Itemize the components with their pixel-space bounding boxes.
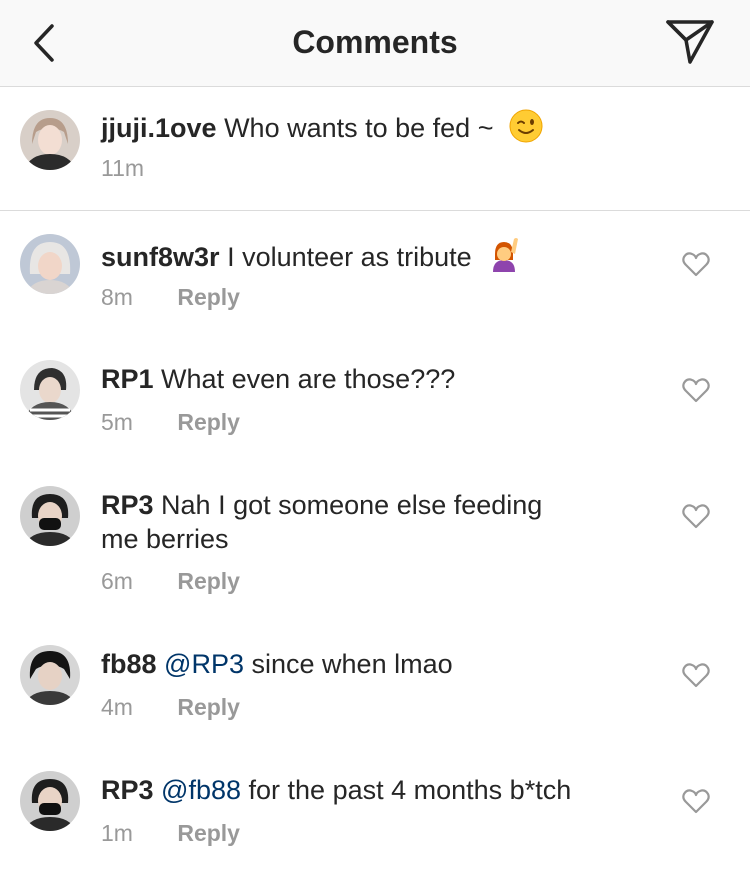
timestamp: 1m — [101, 820, 133, 846]
avatar[interactable] — [20, 360, 80, 420]
share-button[interactable] — [664, 18, 716, 66]
paper-plane-icon — [666, 20, 714, 64]
heart-icon[interactable] — [682, 378, 710, 404]
caption-text: jjuji.1ove Who wants to be fed ~ — [101, 109, 543, 151]
comment-body: Nah I got someone else feeding — [161, 490, 543, 520]
heart-icon[interactable] — [682, 789, 710, 815]
comment-body: Who wants to be fed ~ — [224, 113, 494, 143]
heart-icon[interactable] — [682, 504, 710, 530]
reply-button[interactable]: Reply — [177, 409, 240, 435]
post-caption: jjuji.1ove Who wants to be fed ~ 11m — [0, 87, 750, 211]
reply-button[interactable]: Reply — [177, 820, 240, 846]
comment-text: sunf8w3r I volunteer as tribute — [101, 236, 521, 280]
timestamp: 8m — [101, 284, 133, 310]
avatar[interactable] — [20, 234, 80, 294]
avatar[interactable] — [20, 645, 80, 705]
username[interactable]: RP1 — [101, 364, 154, 394]
comment-body: What even are those??? — [161, 364, 456, 394]
heart-icon[interactable] — [682, 663, 710, 689]
reply-button[interactable]: Reply — [177, 694, 240, 720]
comment-meta: 4m Reply — [101, 694, 240, 721]
comment-meta: 1m Reply — [101, 820, 240, 847]
comment-body: I volunteer as tribute — [227, 242, 472, 272]
timestamp: 11m — [101, 155, 145, 181]
comment-body: since when lmao — [251, 649, 453, 679]
username[interactable]: fb88 — [101, 649, 157, 679]
username[interactable]: RP3 — [101, 775, 154, 805]
username[interactable]: jjuji.1ove — [101, 113, 217, 143]
header-bar: Comments — [0, 0, 750, 87]
reply-button[interactable]: Reply — [177, 284, 240, 310]
comment-meta: 6m Reply — [101, 568, 240, 595]
avatar[interactable] — [20, 771, 80, 831]
comment-text: RP3 Nah I got someone else feeding me be… — [101, 488, 542, 556]
comment-body: for the past 4 months b*tch — [248, 775, 572, 805]
timestamp: 5m — [101, 409, 133, 435]
wink-emoji-icon — [509, 109, 543, 151]
timestamp: 6m — [101, 568, 133, 594]
avatar[interactable] — [20, 110, 80, 170]
caption-meta: 11m — [101, 155, 144, 182]
comment-text: RP1 What even are those??? — [101, 362, 455, 396]
reply-button[interactable]: Reply — [177, 568, 240, 594]
mention-link[interactable]: @RP3 — [164, 649, 244, 679]
comment-meta: 8m Reply — [101, 284, 240, 311]
username[interactable]: RP3 — [101, 490, 154, 520]
comment-meta: 5m Reply — [101, 409, 240, 436]
comment-text: fb88 @RP3 since when lmao — [101, 647, 453, 681]
comment-body-continued: me berries — [101, 524, 229, 554]
page-title: Comments — [292, 24, 458, 60]
raising-hand-emoji-icon — [487, 236, 521, 280]
username[interactable]: sunf8w3r — [101, 242, 220, 272]
comment-text: RP3 @fb88 for the past 4 months b*tch — [101, 773, 571, 807]
avatar[interactable] — [20, 486, 80, 546]
mention-link[interactable]: @fb88 — [161, 775, 241, 805]
heart-icon[interactable] — [682, 252, 710, 278]
timestamp: 4m — [101, 694, 133, 720]
